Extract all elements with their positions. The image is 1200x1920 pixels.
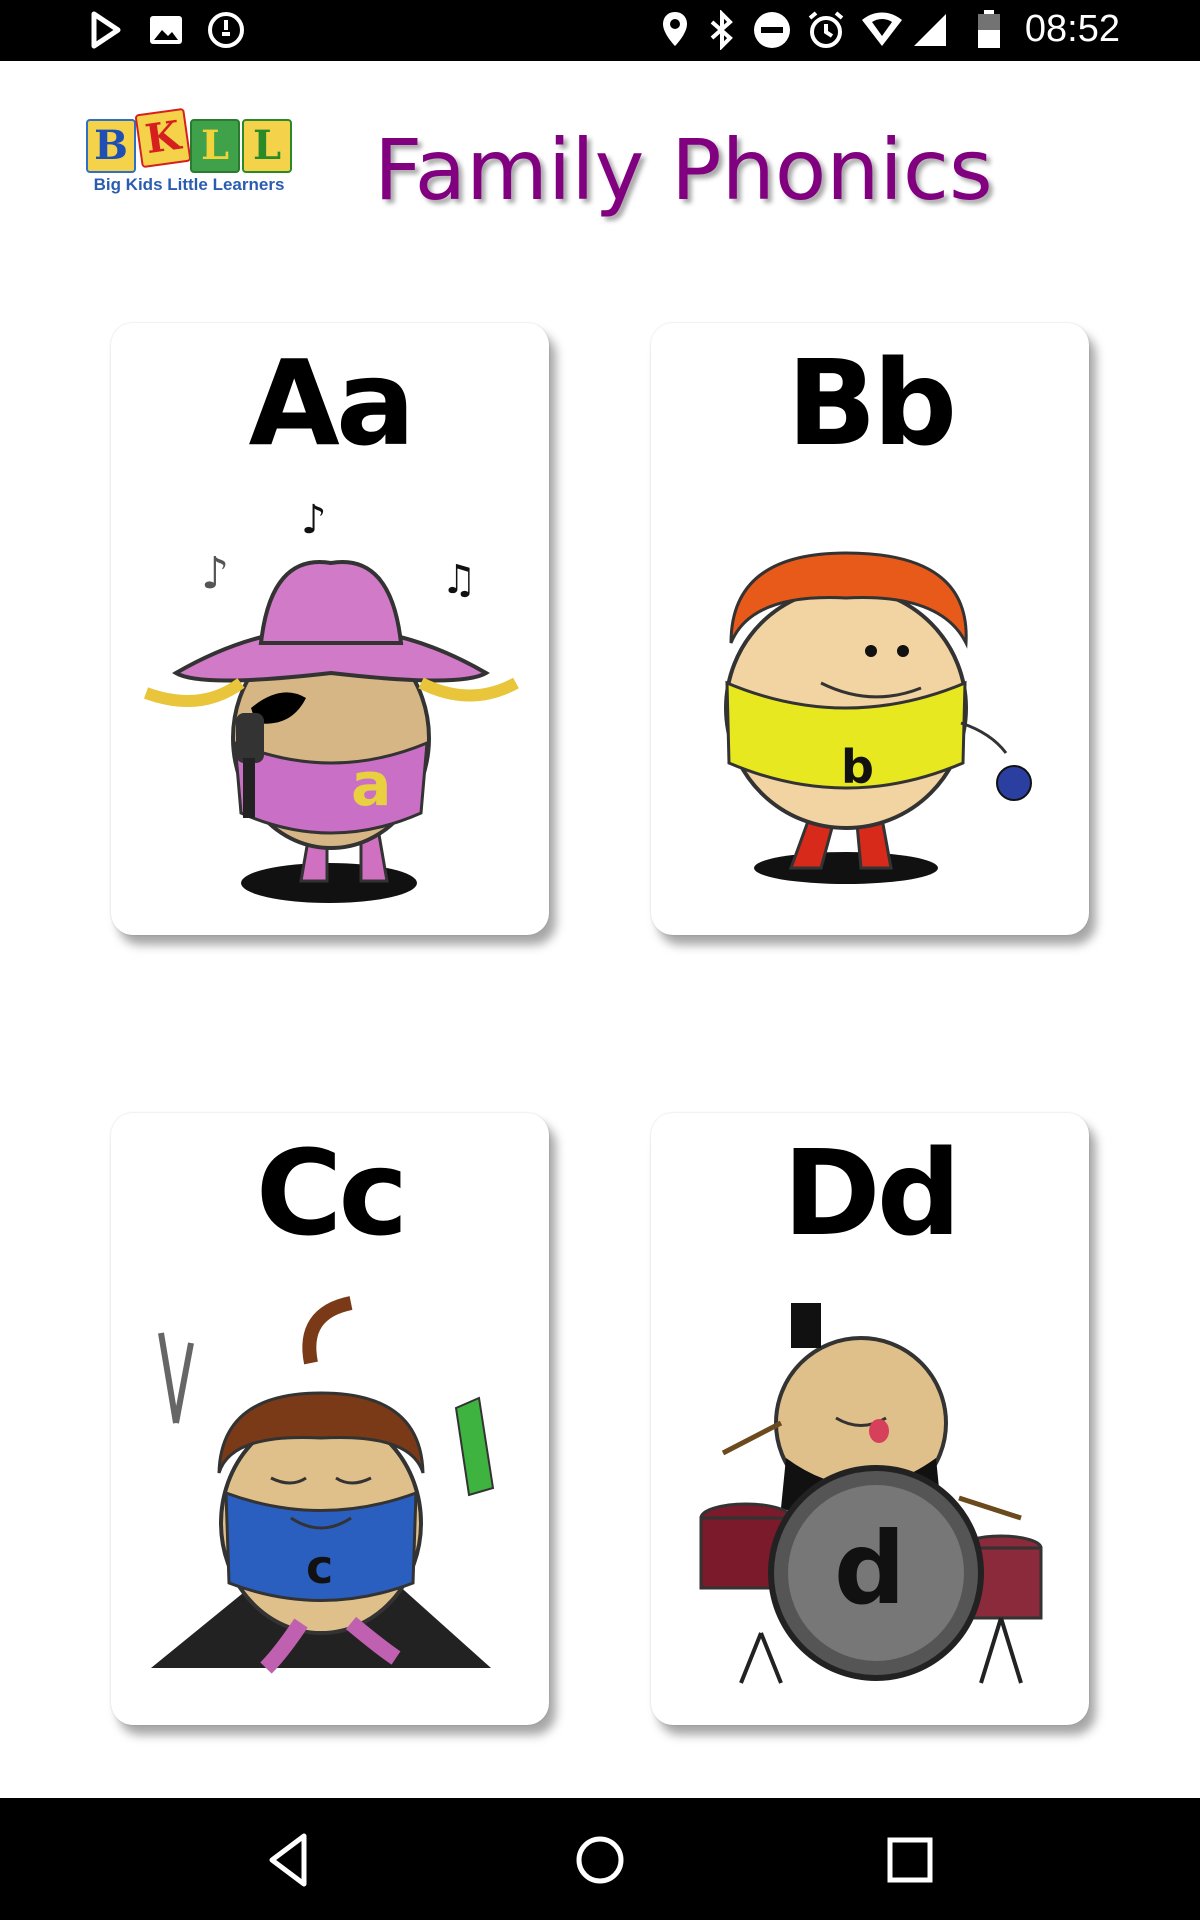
flashcard-a[interactable]: Aa ♪ ♪ ♫ a <box>111 323 549 935</box>
singer-character-illustration: ♪ ♪ ♫ a <box>143 497 519 903</box>
card-letter: Cc <box>255 1124 409 1262</box>
character-letter-d: d <box>834 1510 906 1627</box>
do-not-disturb-icon <box>752 10 792 54</box>
logo-block-l2: L <box>242 119 292 173</box>
status-bar: 08:52 <box>0 0 1200 61</box>
wifi-icon <box>860 10 904 54</box>
play-store-icon <box>88 10 124 54</box>
logo-block-b: B <box>86 119 136 173</box>
drummer-character-illustration: d <box>699 1303 1043 1684</box>
timer-icon <box>206 10 246 54</box>
card-letter: Bb <box>786 334 957 472</box>
location-icon <box>660 10 690 54</box>
card-letter: Dd <box>782 1124 961 1262</box>
character-letter-a: a <box>351 750 392 820</box>
yoyo-character-illustration: b <box>724 551 1032 884</box>
bkll-logo: B K L L Big Kids Little Learners <box>86 107 292 203</box>
navigation-bar <box>0 1798 1200 1920</box>
svg-text:♫: ♫ <box>441 557 477 603</box>
card-letter: Aa <box>248 334 416 472</box>
flashcard-b[interactable]: Bb b <box>651 323 1089 935</box>
logo-block-l1: L <box>190 119 240 173</box>
character-letter-b: b <box>841 740 874 794</box>
svg-text:♪: ♪ <box>201 548 229 599</box>
flashcard-c[interactable]: Cc c <box>111 1113 549 1725</box>
battery-icon <box>976 10 1002 54</box>
alarm-icon <box>806 10 846 54</box>
recents-icon[interactable] <box>878 1828 942 1892</box>
logo-tagline: Big Kids Little Learners <box>93 175 285 194</box>
cutting-character-illustration: c <box>151 1296 495 1674</box>
back-icon[interactable] <box>258 1828 322 1892</box>
bluetooth-icon <box>706 9 738 54</box>
logo-block-k: K <box>134 107 192 169</box>
logo-blocks: B K L L <box>86 107 292 173</box>
app-title: Family Phonics <box>374 121 993 219</box>
signal-icon <box>910 10 950 54</box>
home-icon[interactable] <box>568 1828 632 1892</box>
character-letter-c: c <box>306 1540 333 1594</box>
image-icon <box>148 10 184 54</box>
svg-text:♪: ♪ <box>301 497 327 543</box>
flashcard-d[interactable]: Dd d <box>651 1113 1089 1725</box>
clock: 08:52 <box>1024 8 1120 50</box>
